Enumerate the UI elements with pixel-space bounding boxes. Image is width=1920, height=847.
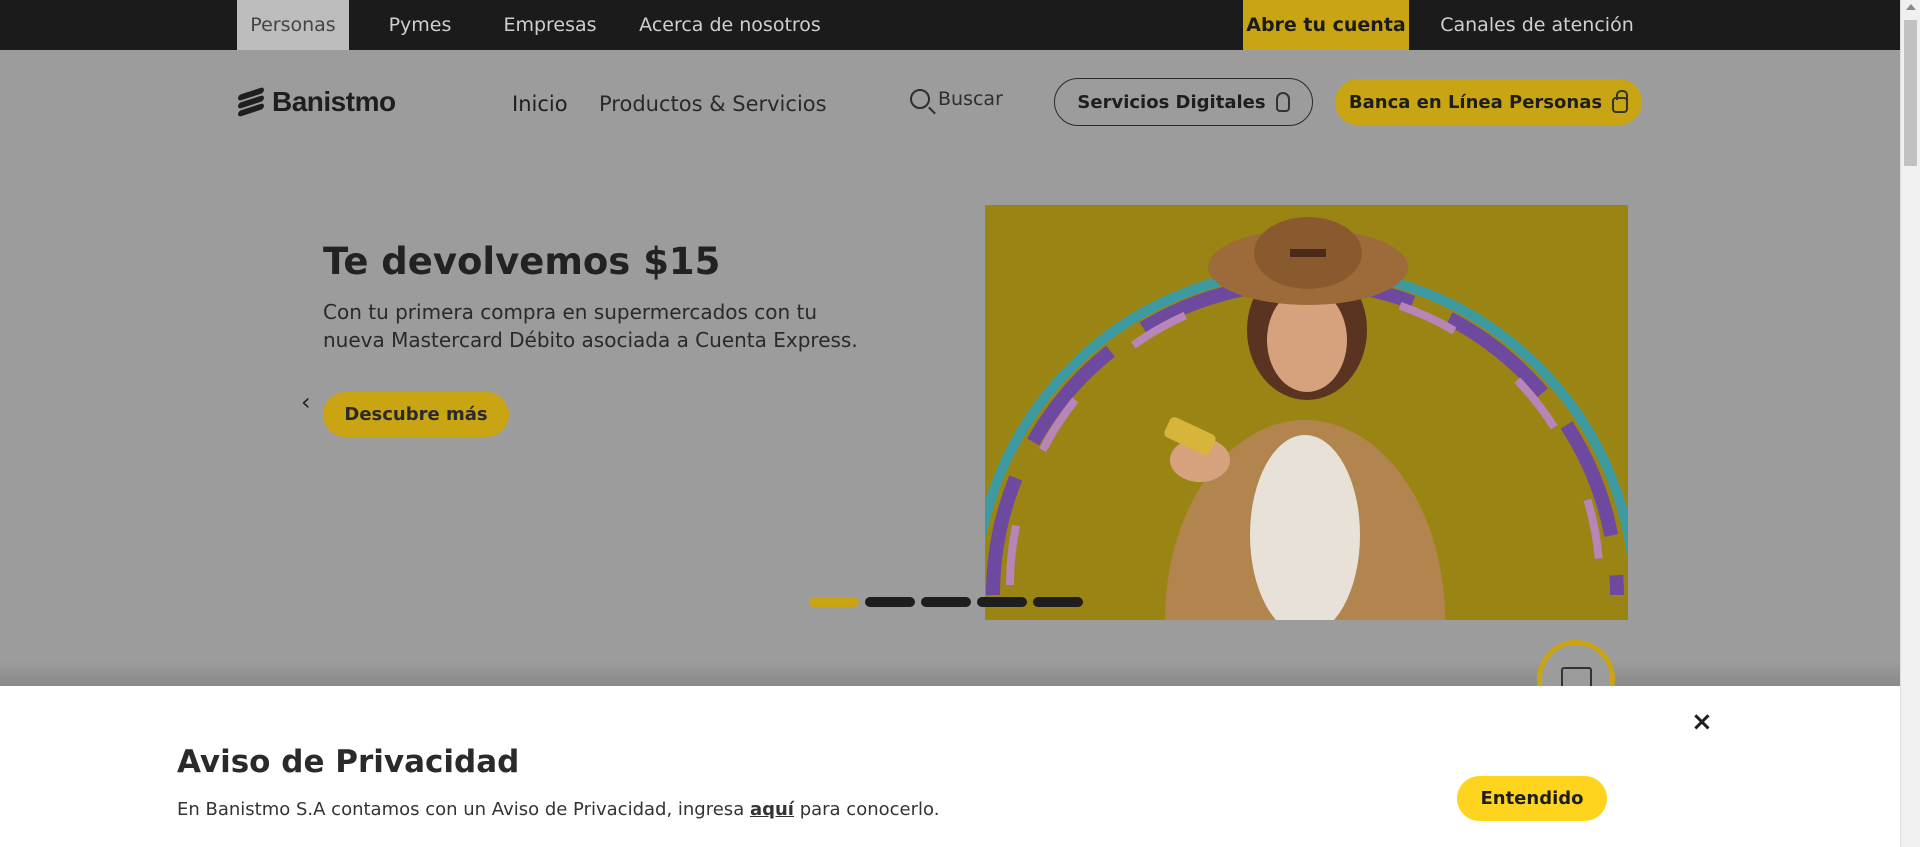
scroll-thumb[interactable]	[1904, 20, 1917, 166]
banistmo-logo-icon	[238, 86, 264, 118]
top-navigation-bar: Personas Pymes Empresas Acerca de nosotr…	[0, 0, 1900, 50]
privacy-link[interactable]: aquí	[750, 799, 794, 820]
carousel-dot[interactable]	[977, 597, 1027, 607]
digital-services-label: Servicios Digitales	[1077, 91, 1266, 113]
carousel-dot[interactable]	[921, 597, 971, 607]
search-label: Buscar	[938, 88, 1003, 110]
page-scrollbar[interactable]	[1900, 0, 1920, 847]
privacy-title: Aviso de Privacidad	[177, 744, 520, 780]
hero-description: Con tu primera compra en supermercados c…	[323, 300, 858, 352]
logo-wordmark: Banistmo	[272, 86, 396, 117]
open-account-button[interactable]: Abre tu cuenta	[1243, 0, 1409, 50]
overlay-shade	[0, 660, 1900, 686]
hero-illustration	[985, 205, 1628, 620]
online-banking-button[interactable]: Banca en Línea Personas	[1335, 79, 1642, 125]
close-icon[interactable]: ×	[1691, 709, 1713, 735]
carousel-prev-arrow[interactable]: ‹	[301, 390, 311, 414]
carousel-dot[interactable]	[1033, 597, 1083, 607]
privacy-notice-modal: × Aviso de Privacidad En Banistmo S.A co…	[0, 686, 1900, 847]
hero-image	[985, 205, 1628, 620]
discover-more-button[interactable]: Descubre más	[323, 392, 509, 437]
privacy-text: En Banistmo S.A contamos con un Aviso de…	[177, 799, 939, 820]
scroll-up-icon[interactable]	[1906, 4, 1916, 10]
support-channels-link[interactable]: Canales de atención	[1437, 0, 1637, 50]
online-banking-label: Banca en Línea Personas	[1348, 91, 1603, 113]
lock-icon	[1612, 90, 1629, 113]
carousel-dot[interactable]	[809, 597, 859, 607]
carousel-indicators	[809, 597, 1083, 607]
tab-personas[interactable]: Personas	[237, 0, 349, 50]
touch-icon	[1275, 92, 1290, 112]
tab-empresas[interactable]: Empresas	[498, 0, 602, 50]
tab-pymes[interactable]: Pymes	[376, 0, 464, 50]
privacy-text-before: En Banistmo S.A contamos con un Aviso de…	[177, 799, 750, 820]
carousel-dot[interactable]	[865, 597, 915, 607]
hero-title: Te devolvemos $15	[323, 240, 721, 283]
digital-services-button[interactable]: Servicios Digitales	[1054, 78, 1313, 126]
privacy-text-after: para conocerlo.	[793, 799, 940, 820]
accept-button[interactable]: Entendido	[1457, 776, 1607, 821]
search-button[interactable]: Buscar	[910, 88, 1003, 110]
nav-inicio[interactable]: Inicio	[512, 92, 568, 116]
search-icon	[910, 89, 930, 109]
nav-productos-servicios[interactable]: Productos & Servicios	[599, 92, 827, 116]
tab-acerca-de-nosotros[interactable]: Acerca de nosotros	[639, 0, 821, 50]
banistmo-logo[interactable]: Banistmo	[238, 86, 396, 118]
